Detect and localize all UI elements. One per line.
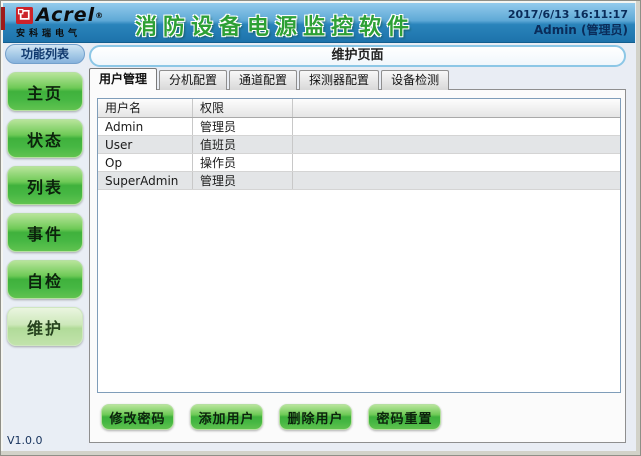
cell-role: 管理员 <box>193 118 293 135</box>
cell-username: Op <box>98 154 193 171</box>
table-row[interactable]: User 值班员 <box>98 136 620 154</box>
tab-page-user-management: 用户名 权限 Admin 管理员 User 值班员 Op 操作员 <box>89 89 626 443</box>
column-header-username[interactable]: 用户名 <box>98 99 193 117</box>
cell-empty <box>293 172 620 189</box>
brand-name: Acrel® <box>36 7 104 24</box>
acrel-logo: Acrel® 安科瑞电气 <box>16 7 104 39</box>
table-header-row: 用户名 权限 <box>98 99 620 118</box>
cell-username: SuperAdmin <box>98 172 193 189</box>
brand-subtitle: 安科瑞电气 <box>16 26 104 39</box>
table-row[interactable]: Op 操作员 <box>98 154 620 172</box>
sidebar-item-selfcheck[interactable]: 自检 <box>7 260 83 299</box>
sidebar-item-status[interactable]: 状态 <box>7 119 83 158</box>
cell-empty <box>293 118 620 135</box>
tab-device-check[interactable]: 设备检测 <box>381 70 449 90</box>
tab-user-management[interactable]: 用户管理 <box>89 68 157 90</box>
main-area: 维护页面 用户管理 分机配置 通道配置 探测器配置 设备检测 用户名 权限 Ad… <box>87 43 628 448</box>
cell-empty <box>293 154 620 171</box>
app-window: Acrel® 安科瑞电气 消防设备电源监控软件 2017/6/13 16:11:… <box>0 0 641 456</box>
cell-username: Admin <box>98 118 193 135</box>
column-header-role[interactable]: 权限 <box>193 99 293 117</box>
sidebar-item-events[interactable]: 事件 <box>7 213 83 252</box>
cell-role: 操作员 <box>193 154 293 171</box>
change-password-button[interactable]: 修改密码 <box>101 404 174 430</box>
sidebar: 功能列表 主页 状态 列表 事件 自检 维护 V1.0.0 <box>3 43 87 450</box>
tab-extension-config[interactable]: 分机配置 <box>159 70 227 90</box>
user-table: 用户名 权限 Admin 管理员 User 值班员 Op 操作员 <box>97 98 621 393</box>
header-info: 2017/6/13 16:11:17 Admin (管理员) <box>508 7 628 38</box>
cell-role: 值班员 <box>193 136 293 153</box>
sidebar-header: 功能列表 <box>5 44 85 64</box>
column-header-empty <box>293 99 620 117</box>
sidebar-item-list[interactable]: 列表 <box>7 166 83 205</box>
cell-username: User <box>98 136 193 153</box>
table-row[interactable]: Admin 管理员 <box>98 118 620 136</box>
tab-channel-config[interactable]: 通道配置 <box>229 70 297 90</box>
sidebar-item-home[interactable]: 主页 <box>7 72 83 111</box>
app-header: Acrel® 安科瑞电气 消防设备电源监控软件 2017/6/13 16:11:… <box>3 3 635 43</box>
app-title: 消防设备电源监控软件 <box>135 9 415 41</box>
cell-role: 管理员 <box>193 172 293 189</box>
current-user-label: Admin (管理员) <box>508 22 628 38</box>
page-title: 维护页面 <box>89 45 626 67</box>
datetime-label: 2017/6/13 16:11:17 <box>508 7 628 22</box>
acrel-logo-icon <box>16 7 33 24</box>
sidebar-item-maintenance[interactable]: 维护 <box>7 307 83 346</box>
add-user-button[interactable]: 添加用户 <box>190 404 263 430</box>
action-button-row: 修改密码 添加用户 删除用户 密码重置 <box>101 404 441 430</box>
header-accent-stripe <box>1 7 5 30</box>
tab-detector-config[interactable]: 探测器配置 <box>299 70 379 90</box>
table-row[interactable]: SuperAdmin 管理员 <box>98 172 620 190</box>
tab-bar: 用户管理 分机配置 通道配置 探测器配置 设备检测 <box>89 68 451 90</box>
cell-empty <box>293 136 620 153</box>
delete-user-button[interactable]: 删除用户 <box>279 404 352 430</box>
version-label: V1.0.0 <box>7 434 43 447</box>
registered-mark: ® <box>95 11 104 20</box>
reset-password-button[interactable]: 密码重置 <box>368 404 441 430</box>
